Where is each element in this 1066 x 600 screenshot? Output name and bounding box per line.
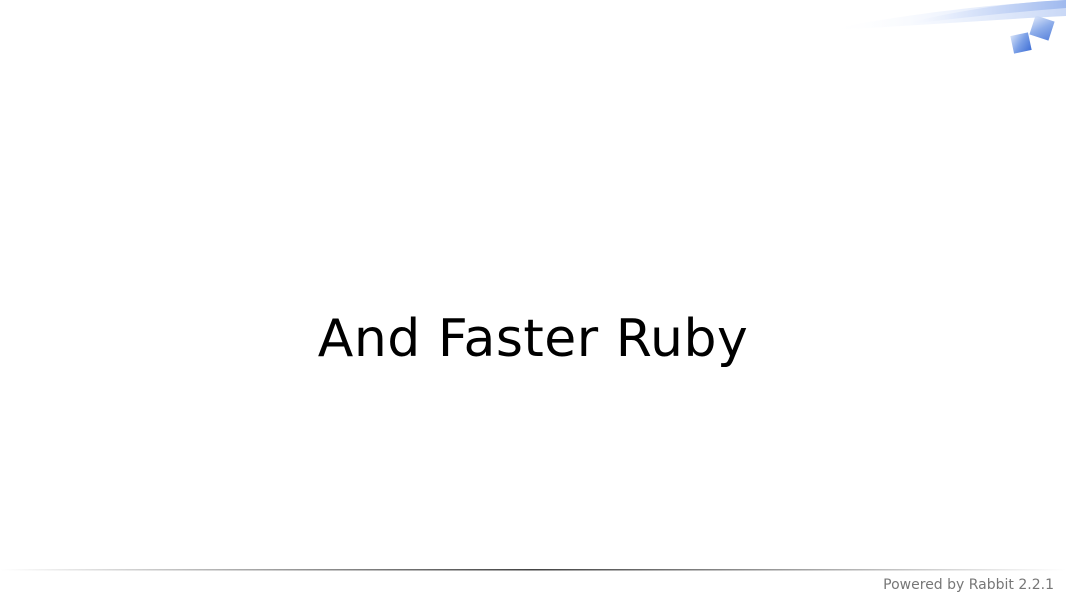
slide: And Faster Ruby Powered by Rabbit 2.2.1	[0, 0, 1066, 600]
footer-divider	[0, 569, 1066, 571]
footer-powered-by: Powered by Rabbit 2.2.1	[883, 577, 1054, 593]
decorative-square-icon	[1010, 15, 1055, 54]
slide-title: And Faster Ruby	[317, 309, 749, 369]
top-right-decoration	[826, 0, 1066, 54]
